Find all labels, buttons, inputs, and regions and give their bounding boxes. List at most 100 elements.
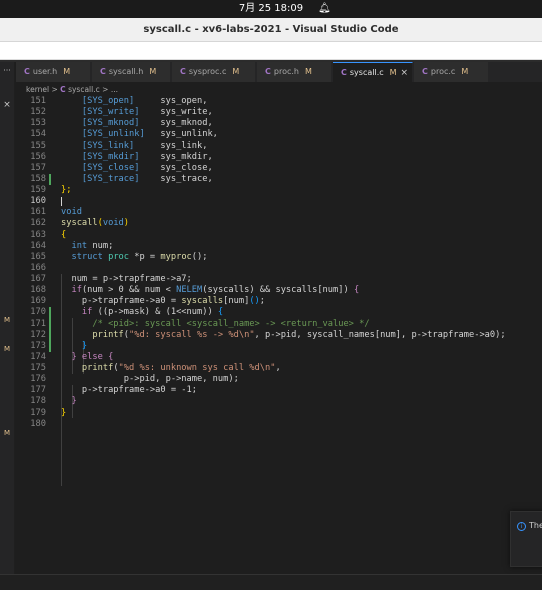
tab-user-h[interactable]: Cuser.h M	[16, 62, 91, 82]
line-number: 170	[30, 307, 46, 318]
code-line[interactable]: 175 printf("%d %s: unknown sys call %d\n…	[16, 363, 542, 374]
tab-close-icon[interactable]: ×	[401, 68, 409, 78]
code-line[interactable]: 180	[16, 419, 542, 430]
code-token: [SYS_mknod]	[81, 118, 140, 129]
tab-proc-c[interactable]: Cproc.c M	[414, 62, 489, 82]
code-line[interactable]: 160	[16, 196, 542, 207]
code-line[interactable]: 166	[16, 263, 542, 274]
code-token: [SYS_link]	[81, 140, 135, 151]
code-line[interactable]: 154 [SYS_unlink] sys_unlink,	[16, 129, 542, 140]
breadcrumb-more[interactable]: ...	[111, 85, 118, 94]
code-line[interactable]: 169 p->trapframe->a0 = syscalls[num]();	[16, 296, 542, 307]
code-text: } else {	[61, 352, 113, 363]
added-line-marker[interactable]	[49, 329, 51, 341]
tab-syscall-h[interactable]: Csyscall.h M	[92, 62, 171, 82]
added-line-marker[interactable]	[49, 307, 51, 319]
code-line[interactable]: 164 int num;	[16, 241, 542, 252]
code-line[interactable]: 171 /* <pid>: syscall <syscall_name> -> …	[16, 318, 542, 330]
code-line[interactable]: 173 }	[16, 340, 542, 352]
system-clock[interactable]: 7月 25 18:09	[0, 0, 542, 18]
line-number: 154	[30, 129, 46, 140]
code-token: num = p->trapframe->a7;	[61, 274, 192, 284]
code-token: sys_link,	[134, 140, 208, 151]
code-line[interactable]: 151 [SYS_open] sys_open,	[16, 96, 542, 107]
code-line[interactable]: 158 [SYS_trace] sys_trace,	[16, 173, 542, 185]
code-text: [SYS_close] sys_close,	[61, 163, 213, 174]
code-text: int num;	[61, 241, 113, 252]
code-token: struct	[71, 251, 103, 262]
code-token: , p->pid, syscall_names[num], p->trapfra…	[254, 329, 506, 340]
code-token: [SYS_write]	[81, 107, 140, 118]
c-file-icon: C	[341, 68, 347, 77]
line-number: 168	[30, 285, 46, 296]
tab-label: syscall.h	[108, 67, 144, 76]
added-line-marker[interactable]	[49, 173, 51, 185]
code-line[interactable]: 153 [SYS_mknod] sys_mknod,	[16, 118, 542, 129]
code-line[interactable]: 159};	[16, 185, 542, 196]
code-text: }	[61, 408, 66, 419]
code-text: }	[61, 341, 87, 352]
modified-badge: M	[63, 67, 71, 76]
code-text: [SYS_mkdir] sys_mkdir,	[61, 152, 213, 163]
code-line[interactable]: 165 struct proc *p = myproc();	[16, 252, 542, 263]
editor-tabs: Cuser.h M Csyscall.h M Csysproc.c M Cproc.h…	[16, 62, 542, 82]
modified-marker: M	[3, 316, 11, 324]
code-line[interactable]: 178 }	[16, 396, 542, 407]
line-number: 151	[30, 96, 46, 106]
tab-sysproc-c[interactable]: Csysproc.c M	[172, 62, 256, 82]
line-number: 178	[30, 396, 46, 407]
tab-proc-h[interactable]: Cproc.h M	[257, 62, 332, 82]
bell-icon[interactable]: 🔔︎	[318, 0, 331, 18]
breadcrumb-file[interactable]: syscall.c	[68, 85, 100, 94]
code-token: void	[102, 218, 124, 229]
code-line[interactable]: 170 if ((p->mask) & (1<<num)) {	[16, 307, 542, 319]
code-line[interactable]: 167 num = p->trapframe->a7;	[16, 274, 542, 285]
added-line-marker[interactable]	[49, 318, 51, 330]
line-number: 177	[30, 385, 46, 396]
code-token: ;	[259, 296, 266, 307]
code-token: [SYS_close]	[81, 162, 140, 173]
code-token: sys_trace,	[139, 173, 213, 184]
code-token: void	[61, 207, 82, 218]
code-text: [SYS_trace] sys_trace,	[61, 174, 213, 185]
tab-label: proc.h	[273, 67, 299, 76]
code-line[interactable]: 156 [SYS_mkdir] sys_mkdir,	[16, 152, 542, 163]
code-token: [SYS_unlink]	[81, 129, 145, 140]
code-line[interactable]: 172 printf("%d: syscall %s -> %d\n", p->…	[16, 329, 542, 341]
code-line[interactable]: 155 [SYS_link] sys_link,	[16, 141, 542, 152]
code-token: p->trapframe->a0 = -1;	[61, 385, 197, 396]
modified-badge: M	[304, 67, 312, 76]
more-actions-icon[interactable]: ···	[0, 66, 14, 75]
code-line[interactable]: 152 [SYS_write] sys_write,	[16, 107, 542, 118]
code-editor[interactable]: 151 [SYS_open] sys_open, 152 [SYS_write] …	[16, 96, 542, 574]
code-line[interactable]: 168 if(num > 0 && num < NELEM(syscalls) …	[16, 285, 542, 296]
tab-label: user.h	[32, 67, 58, 76]
code-token: sys_open,	[134, 96, 208, 106]
code-token: if	[71, 285, 82, 296]
code-line[interactable]: 176 p->pid, p->name, num);	[16, 374, 542, 385]
code-line[interactable]: 177 p->trapframe->a0 = -1;	[16, 385, 542, 396]
added-line-marker[interactable]	[49, 340, 51, 352]
code-line[interactable]: 179}	[16, 408, 542, 419]
line-number: 163	[30, 229, 46, 240]
modified-marker: M	[3, 345, 11, 353]
line-number: 169	[30, 296, 46, 307]
code-line[interactable]: 163 {	[16, 230, 542, 241]
close-icon[interactable]: ×	[0, 100, 14, 110]
menu-bar	[0, 42, 542, 60]
notification-toast[interactable]: iThe	[510, 511, 542, 567]
code-line[interactable]: 174 } else {	[16, 352, 542, 363]
code-text: if(num > 0 && num < NELEM(syscalls) && s…	[61, 285, 359, 296]
code-line[interactable]: 161 void	[16, 207, 542, 218]
code-line[interactable]: 162 syscall(void)	[16, 218, 542, 229]
breadcrumb-folder[interactable]: kernel	[26, 85, 49, 94]
tab-syscall-c[interactable]: Csyscall.c M ×	[333, 62, 413, 82]
code-line[interactable]: 157 [SYS_close] sys_close,	[16, 163, 542, 174]
